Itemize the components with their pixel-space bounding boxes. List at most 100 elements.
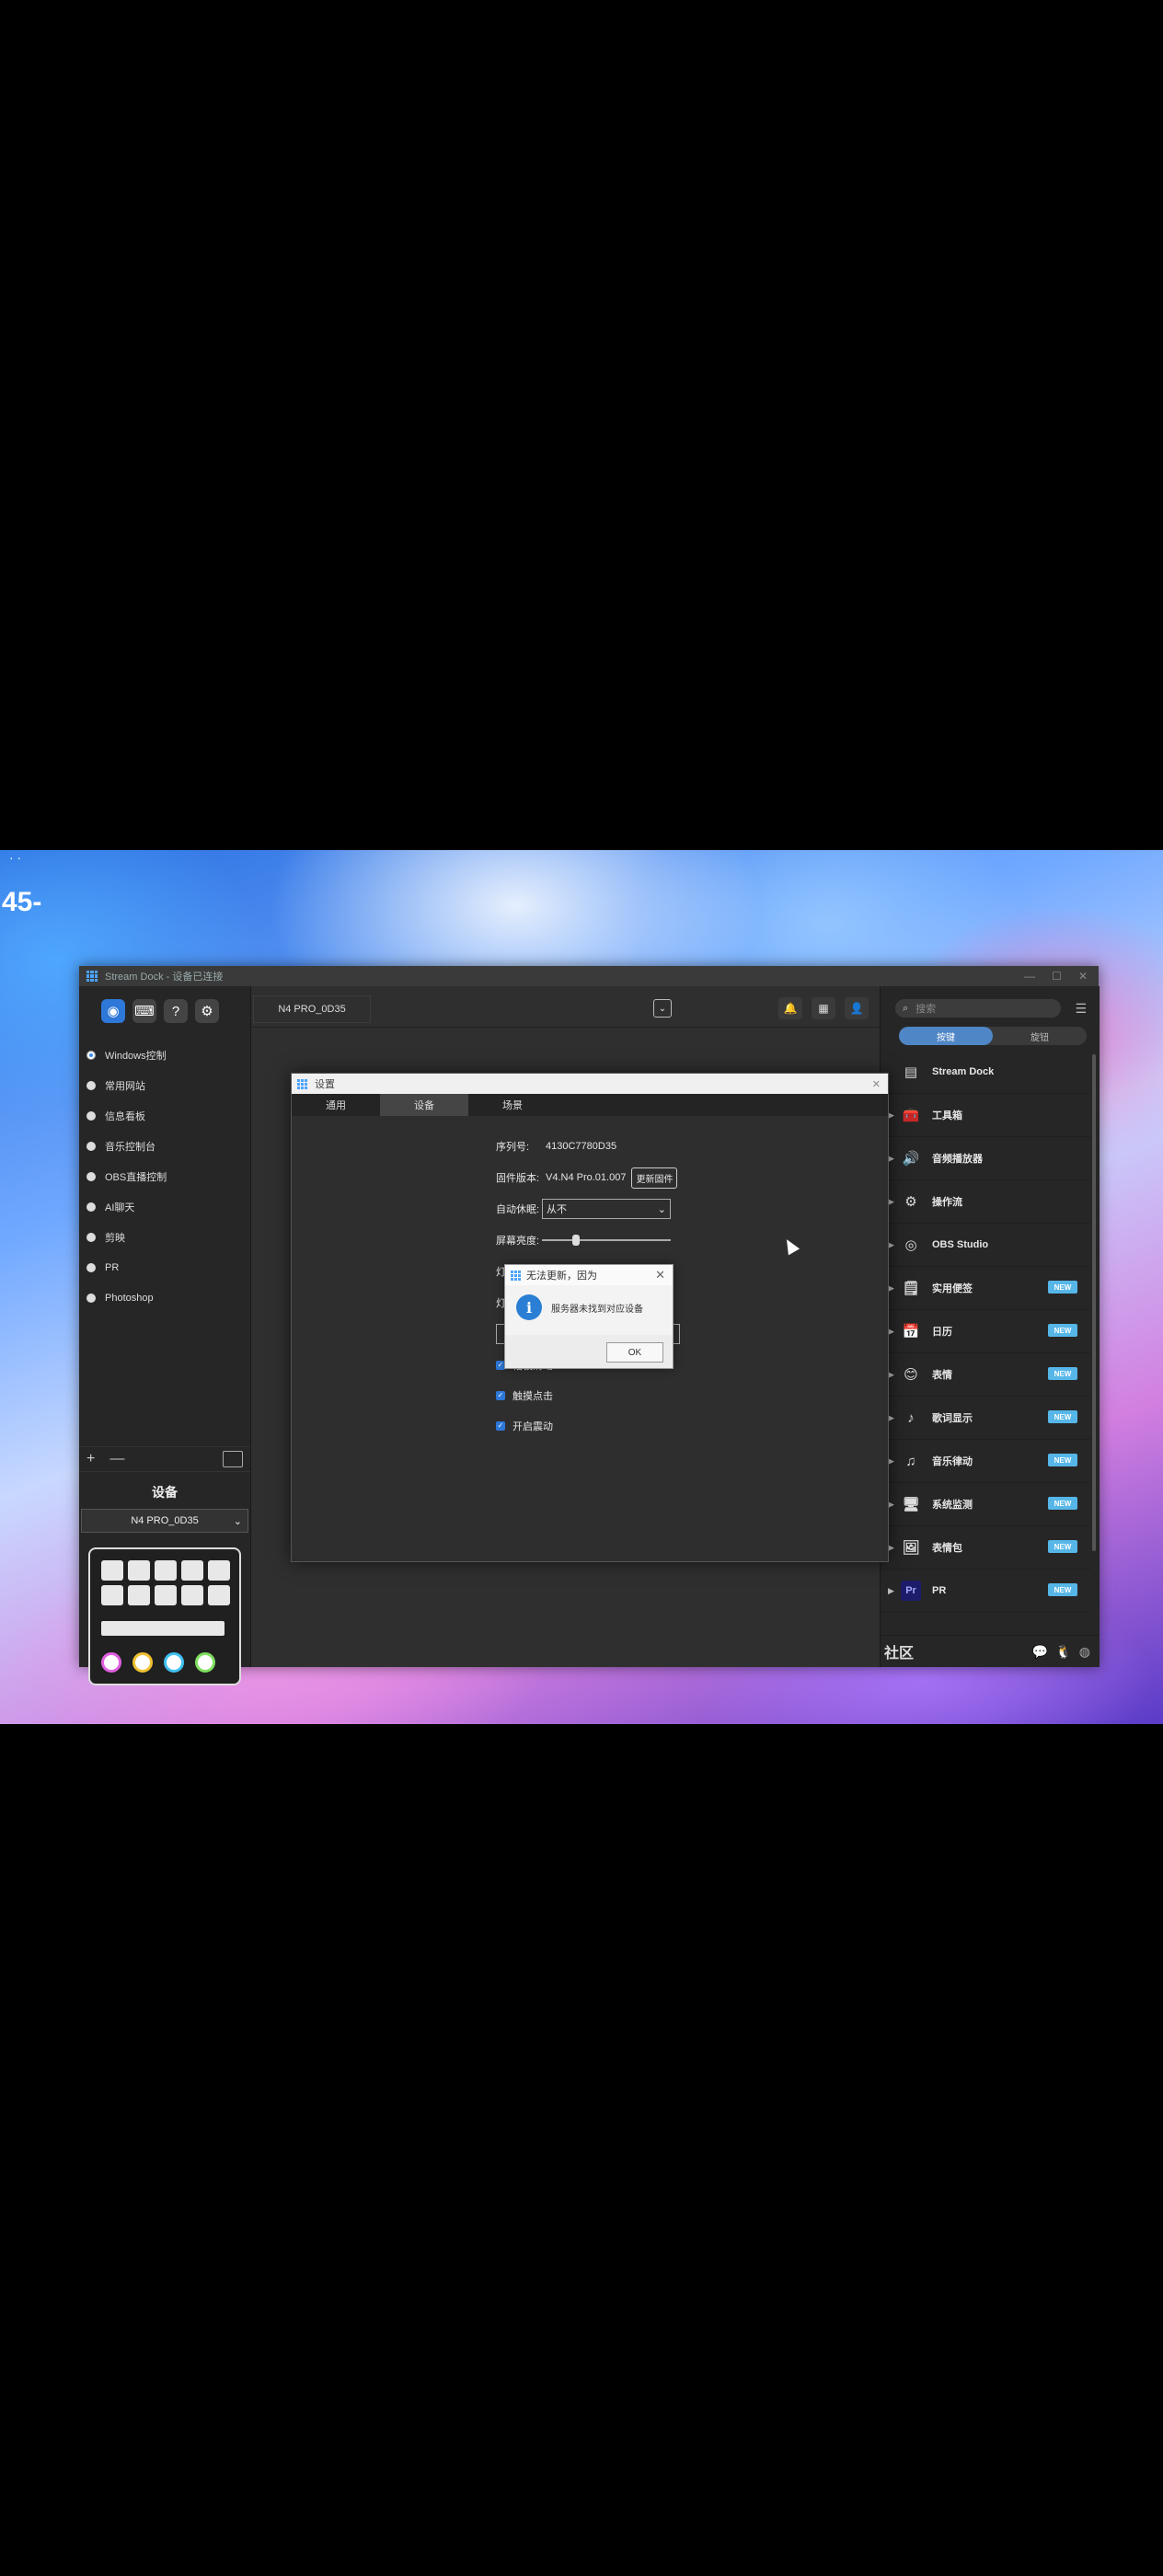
device-key[interactable] <box>208 1560 230 1581</box>
emoji-icon: 😊 <box>904 1367 918 1383</box>
sidebar-item-dashboard[interactable]: 信息看板 <box>79 1100 250 1131</box>
bell-icon[interactable]: 🔔 <box>778 997 802 1019</box>
device-key[interactable] <box>181 1560 203 1581</box>
sidebar-item-photoshop[interactable]: Photoshop <box>79 1282 250 1313</box>
chevron-right-icon: ▶ <box>888 1282 894 1293</box>
edit-profile-icon[interactable] <box>223 1451 243 1467</box>
plugin-item[interactable]: ▤ Stream Dock <box>881 1051 1090 1094</box>
plugin-item[interactable]: ▶ 🧰 工具箱 <box>881 1094 1090 1137</box>
sticky-note-icon: 🗒 <box>902 1281 920 1296</box>
app-logo-icon <box>297 1078 307 1089</box>
plugin-name: 音频播放器 <box>932 1154 983 1165</box>
update-firmware-button[interactable]: 更新固件 <box>631 1167 678 1189</box>
plugin-item[interactable]: ▶ 🖥 系统监测 NEW <box>881 1483 1090 1526</box>
plugin-item[interactable]: ▶ ⚙ 操作流 <box>881 1180 1090 1224</box>
plugin-item[interactable]: ▶ 😊 表情 NEW <box>881 1353 1090 1397</box>
community-bar: 社区 💬 🐧 ◍ <box>881 1635 1100 1667</box>
tab-knobs[interactable]: 旋钮 <box>993 1027 1087 1045</box>
device-key[interactable] <box>208 1585 230 1605</box>
device-heading: 设备 <box>152 1485 178 1500</box>
plugin-item[interactable]: ▶ 📅 日历 NEW <box>881 1310 1090 1353</box>
tab-device[interactable]: 设备 <box>380 1094 468 1116</box>
plugin-item[interactable]: ▶ ♫ 音乐律动 NEW <box>881 1440 1090 1483</box>
device-key[interactable] <box>155 1585 177 1605</box>
plugin-item[interactable]: ▶ 🔊 音频播放器 <box>881 1137 1090 1180</box>
device-knob[interactable] <box>132 1652 153 1673</box>
sidebar-item-label: 常用网站 <box>105 1080 145 1092</box>
settings-titlebar[interactable]: 设置 ✕ <box>292 1074 888 1094</box>
close-button[interactable]: ✕ <box>1078 970 1088 983</box>
list-icon[interactable]: ☰ <box>1075 1001 1087 1017</box>
plugin-item[interactable]: ▶ 🗒 实用便签 NEW <box>881 1267 1090 1310</box>
tab-scene[interactable]: 场景 <box>468 1094 557 1116</box>
plugin-store-icon[interactable]: ◉ <box>101 999 125 1023</box>
device-knobs <box>101 1652 215 1673</box>
new-badge: NEW <box>1048 1454 1077 1466</box>
window-titlebar[interactable]: Stream Dock - 设备已连接 — ☐ ✕ <box>79 966 1099 986</box>
plugin-item[interactable]: ▶ ◎ OBS Studio <box>881 1224 1090 1267</box>
device-tab[interactable]: N4 PRO_0D35 <box>253 995 371 1023</box>
sidebar-item-websites[interactable]: 常用网站 <box>79 1070 250 1100</box>
wechat-icon[interactable]: ◍ <box>1079 1644 1090 1660</box>
device-select[interactable]: N4 PRO_0D35 ⌄ <box>81 1509 248 1533</box>
help-icon[interactable]: ? <box>164 999 188 1023</box>
plugin-item[interactable]: ▶ 🖼 表情包 NEW <box>881 1526 1090 1570</box>
slider-thumb[interactable] <box>572 1235 580 1246</box>
user-icon[interactable]: 👤 <box>845 997 869 1019</box>
checkbox-vibration[interactable]: ✓ 开启震动 <box>496 1410 680 1441</box>
sidebar-item-pr[interactable]: PR <box>79 1252 250 1282</box>
tab-general[interactable]: 通用 <box>292 1094 380 1116</box>
device-knob[interactable] <box>195 1652 215 1673</box>
sidebar-item-music[interactable]: 音乐控制台 <box>79 1131 250 1161</box>
plugin-item[interactable]: ▶ ♪ 歌词显示 NEW <box>881 1397 1090 1440</box>
qq-icon[interactable]: 🐧 <box>1055 1644 1071 1660</box>
auto-sleep-label: 自动休眠: <box>496 1204 540 1215</box>
close-icon[interactable]: ✕ <box>655 1268 665 1282</box>
sidebar-item-label: OBS直播控制 <box>105 1171 167 1183</box>
grid-apps-icon[interactable]: ▦ <box>812 997 835 1019</box>
maximize-button[interactable]: ☐ <box>1052 970 1062 983</box>
sidebar-item-jianying[interactable]: 剪映 <box>79 1222 250 1252</box>
add-profile-button[interactable]: + <box>86 1451 95 1467</box>
profile-list: Windows控制 常用网站 信息看板 音乐控制台 OBS直播控制 AI聊天 剪… <box>79 1040 250 1313</box>
plugin-name: OBS Studio <box>932 1239 989 1250</box>
checkbox-touch[interactable]: ✓ 触摸点击 <box>496 1380 680 1410</box>
plugin-item[interactable]: ▶ Pr PR NEW <box>881 1570 1090 1613</box>
chevron-right-icon: ▶ <box>888 1412 894 1422</box>
device-touch-strip[interactable] <box>101 1621 225 1636</box>
new-badge: NEW <box>1048 1281 1077 1294</box>
device-key[interactable] <box>128 1560 150 1581</box>
device-knob[interactable] <box>101 1652 121 1673</box>
close-icon[interactable]: ✕ <box>872 1078 881 1090</box>
keyboard-icon[interactable]: ⌨ <box>132 999 156 1023</box>
sidebar-item-ai-chat[interactable]: AI聊天 <box>79 1191 250 1222</box>
chevron-right-icon: ▶ <box>888 1196 894 1206</box>
ok-button[interactable]: OK <box>606 1342 663 1363</box>
device-key[interactable] <box>155 1560 177 1581</box>
auto-sleep-select[interactable]: 从不 ⌄ <box>542 1199 671 1219</box>
app-logo-icon <box>86 971 98 982</box>
device-keys <box>101 1560 230 1605</box>
device-key[interactable] <box>181 1585 203 1605</box>
plugin-scrollbar[interactable] <box>1092 1054 1096 1551</box>
device-knob[interactable] <box>164 1652 184 1673</box>
checkbox-label: 开启震动 <box>512 1420 553 1432</box>
firmware-label: 固件版本: <box>496 1173 540 1184</box>
minimize-button[interactable]: — <box>1024 970 1035 983</box>
gear-icon[interactable]: ⚙ <box>195 999 219 1023</box>
sidebar-item-obs[interactable]: OBS直播控制 <box>79 1161 250 1191</box>
sidebar-item-windows[interactable]: Windows控制 <box>79 1040 250 1070</box>
device-key[interactable] <box>101 1585 123 1605</box>
search-input[interactable]: ⌕ 搜索 <box>895 999 1061 1018</box>
brightness-slider[interactable] <box>542 1235 671 1246</box>
message-titlebar[interactable]: 无法更新，因为 ✕ <box>505 1265 673 1285</box>
search-placeholder: 搜索 <box>915 1004 937 1015</box>
chat-icon[interactable]: 💬 <box>1032 1644 1048 1660</box>
chevron-down-icon[interactable]: ⌄ <box>653 999 672 1018</box>
new-badge: NEW <box>1048 1410 1077 1423</box>
check-icon: ✓ <box>496 1420 505 1431</box>
tab-keys[interactable]: 按键 <box>899 1027 993 1045</box>
device-key[interactable] <box>101 1560 123 1581</box>
device-key[interactable] <box>128 1585 150 1605</box>
remove-profile-button[interactable]: — <box>109 1451 124 1467</box>
